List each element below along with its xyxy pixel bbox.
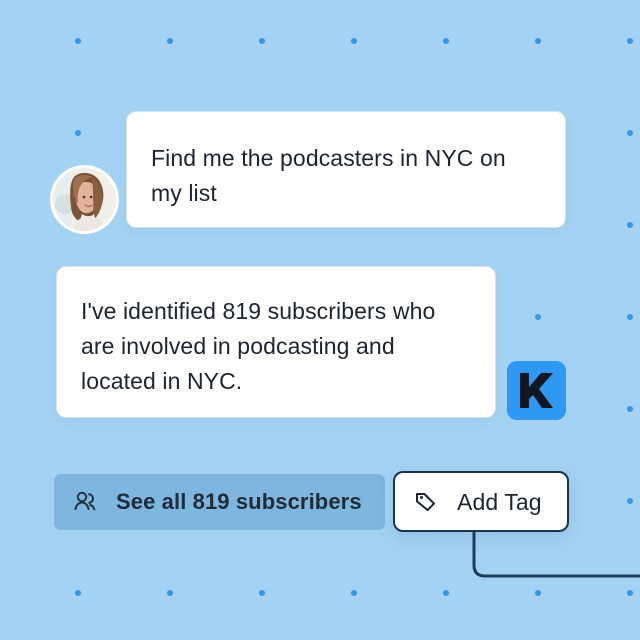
see-all-subscribers-label: See all 819 subscribers: [116, 489, 362, 514]
user-message-bubble: Find me the podcasters in NYC on my list: [126, 111, 566, 228]
background-dot: [259, 38, 265, 44]
add-tag-button[interactable]: Add Tag: [393, 471, 569, 532]
background-dot: [627, 406, 633, 412]
background-dot: [75, 590, 81, 596]
background-dot: [75, 130, 81, 136]
background-dot: [535, 590, 541, 596]
background-dot: [627, 590, 633, 596]
background-dot: [259, 590, 265, 596]
background-dot: [535, 314, 541, 320]
tag-icon: [413, 489, 439, 515]
user-message-text: Find me the podcasters in NYC on my list: [151, 145, 506, 206]
background-dot: [351, 38, 357, 44]
background-dot: [627, 130, 633, 136]
background-dot: [167, 38, 173, 44]
assistant-message-text: I've identified 819 subscribers who are …: [81, 298, 436, 394]
background-dot: [167, 590, 173, 596]
background-dot: [535, 38, 541, 44]
users-icon: [72, 489, 98, 515]
background-dot: [627, 314, 633, 320]
assistant-message-bubble: I've identified 819 subscribers who are …: [56, 266, 496, 418]
chat-canvas: Find me the podcasters in NYC on my list: [0, 0, 640, 640]
background-dot: [627, 38, 633, 44]
background-dot: [627, 222, 633, 228]
background-dot: [75, 38, 81, 44]
brand-k-icon: [507, 361, 566, 420]
user-avatar: [53, 168, 116, 231]
background-dot: [443, 590, 449, 596]
background-dot: [627, 498, 633, 504]
brand-logo-badge: [507, 361, 566, 420]
see-all-subscribers-button[interactable]: See all 819 subscribers: [54, 474, 385, 530]
background-dot: [443, 38, 449, 44]
background-dot: [351, 590, 357, 596]
add-tag-label: Add Tag: [457, 488, 542, 515]
